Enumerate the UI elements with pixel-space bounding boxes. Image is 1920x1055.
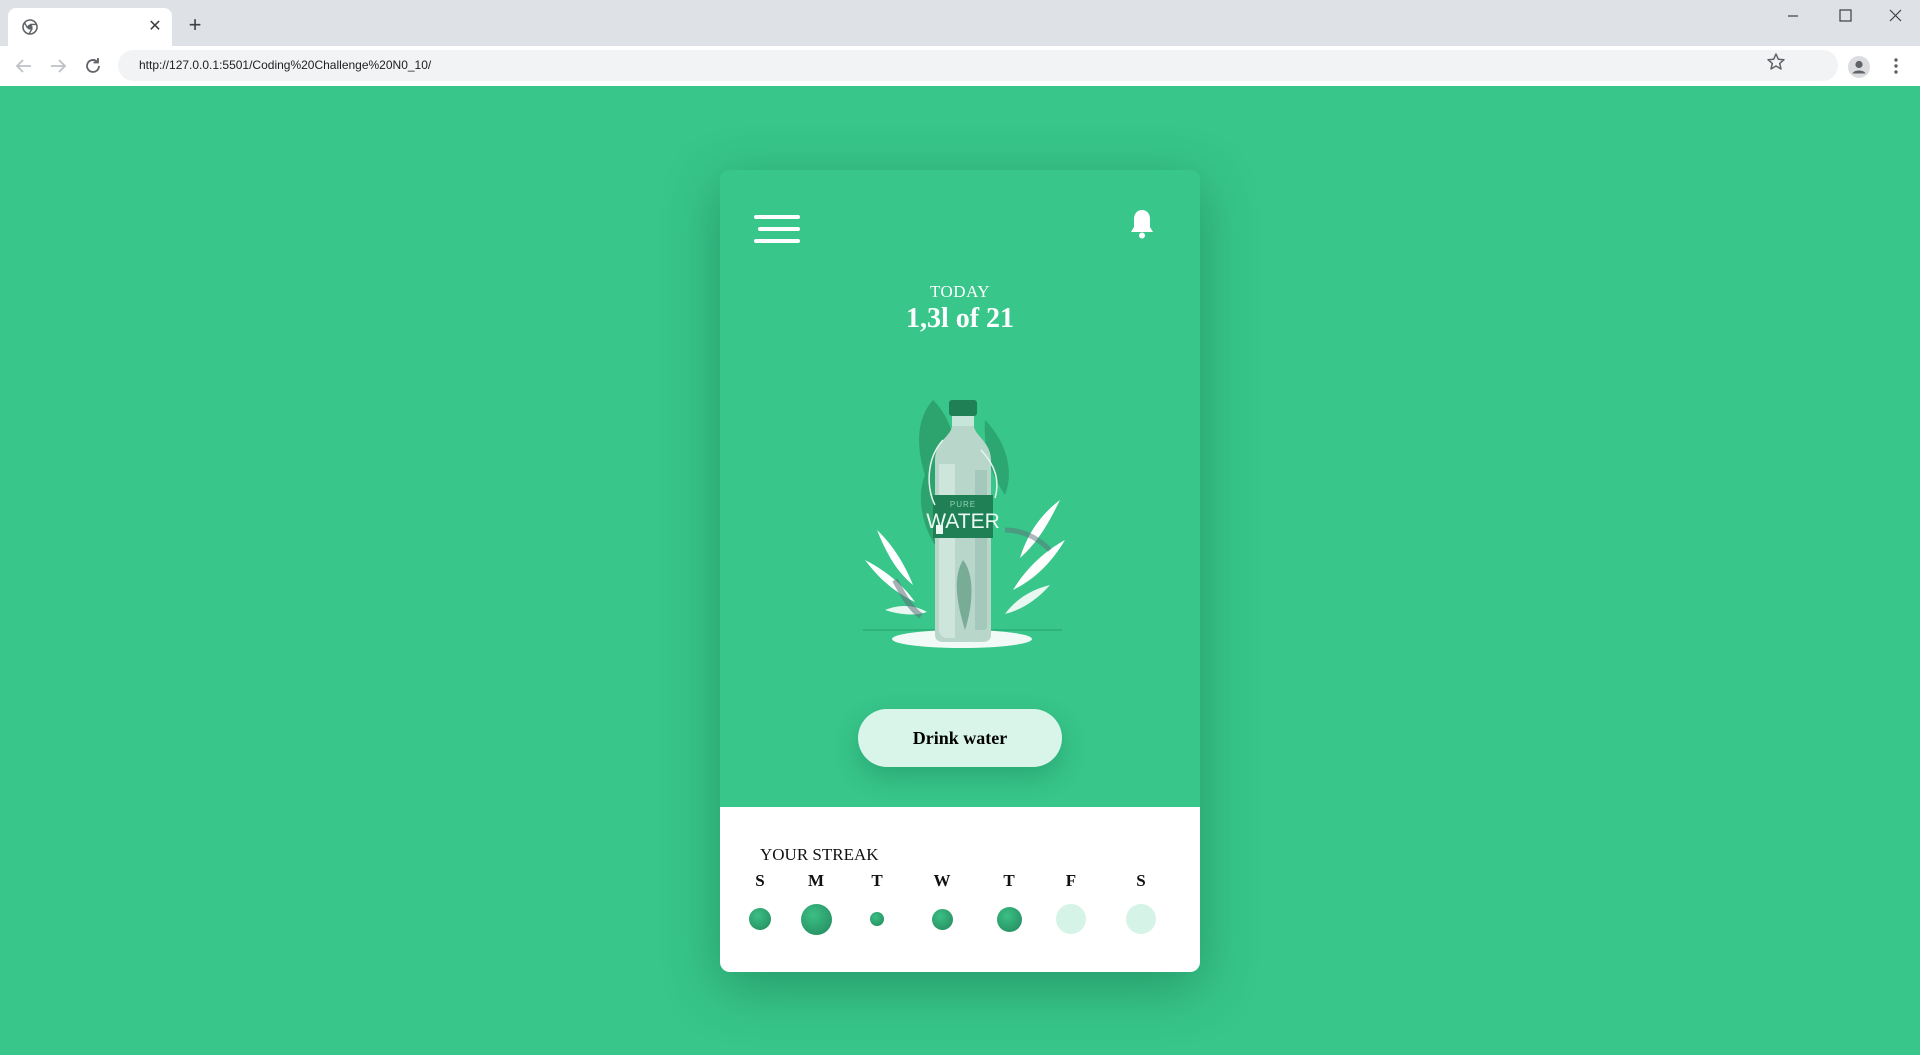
streak-title: YOUR STREAK bbox=[760, 845, 879, 864]
browser-toolbar: http://127.0.0.1:5501/Coding%20Challenge… bbox=[0, 46, 1920, 86]
profile-icon[interactable] bbox=[1847, 55, 1871, 79]
star-icon[interactable] bbox=[1766, 52, 1786, 72]
card-header-section: TODAY 1,3l of 21 PURE WATER Drink water bbox=[720, 170, 1200, 807]
streak-dot-4 bbox=[996, 906, 1022, 932]
streak-dot-0 bbox=[749, 908, 771, 930]
minimize-icon[interactable] bbox=[1781, 6, 1805, 26]
water-tracker-card: TODAY 1,3l of 21 PURE WATER Drink water … bbox=[720, 170, 1200, 972]
reload-icon[interactable] bbox=[81, 54, 105, 78]
streak-section: YOUR STREAK S M T W T F S bbox=[720, 807, 1200, 972]
bell-icon[interactable] bbox=[1129, 208, 1155, 240]
day-label-saturday: S bbox=[1136, 871, 1146, 890]
streak-dot-1 bbox=[800, 903, 832, 935]
day-label-friday: F bbox=[1065, 871, 1077, 890]
streak-dot-5 bbox=[1056, 904, 1086, 934]
water-bottle-illustration: PURE WATER bbox=[863, 400, 1065, 648]
streak-dot-3 bbox=[931, 908, 953, 930]
close-icon[interactable] bbox=[1883, 6, 1907, 26]
browser-tab-strip: ✕ + bbox=[0, 0, 1920, 46]
back-icon[interactable] bbox=[12, 54, 36, 78]
chrome-icon bbox=[22, 19, 38, 35]
today-amount: 1,3l of 21 bbox=[905, 303, 1015, 334]
day-label-wednesday: W bbox=[933, 871, 951, 890]
drink-water-button[interactable]: Drink water bbox=[858, 709, 1062, 767]
new-tab-button[interactable]: + bbox=[183, 14, 207, 38]
tab-close-button[interactable]: ✕ bbox=[145, 17, 165, 37]
streak-dot-6 bbox=[1126, 904, 1156, 934]
day-label-sunday: S bbox=[755, 871, 765, 890]
address-bar[interactable]: http://127.0.0.1:5501/Coding%20Challenge… bbox=[118, 50, 1838, 81]
day-label-thursday: T bbox=[1003, 871, 1015, 890]
day-label-monday: M bbox=[807, 871, 825, 890]
browser-tab[interactable]: ✕ bbox=[8, 8, 172, 46]
day-label-tuesday: T bbox=[871, 871, 883, 890]
hamburger-menu-icon[interactable] bbox=[754, 214, 802, 244]
kebab-menu-icon[interactable] bbox=[1888, 56, 1904, 76]
today-label: TODAY bbox=[929, 282, 991, 301]
streak-dot-2 bbox=[870, 912, 884, 926]
forward-icon[interactable] bbox=[46, 54, 70, 78]
bottle-label-pure: PURE bbox=[950, 500, 976, 509]
maximize-icon[interactable] bbox=[1833, 6, 1857, 26]
url-text: http://127.0.0.1:5501/Coding%20Challenge… bbox=[139, 58, 432, 72]
